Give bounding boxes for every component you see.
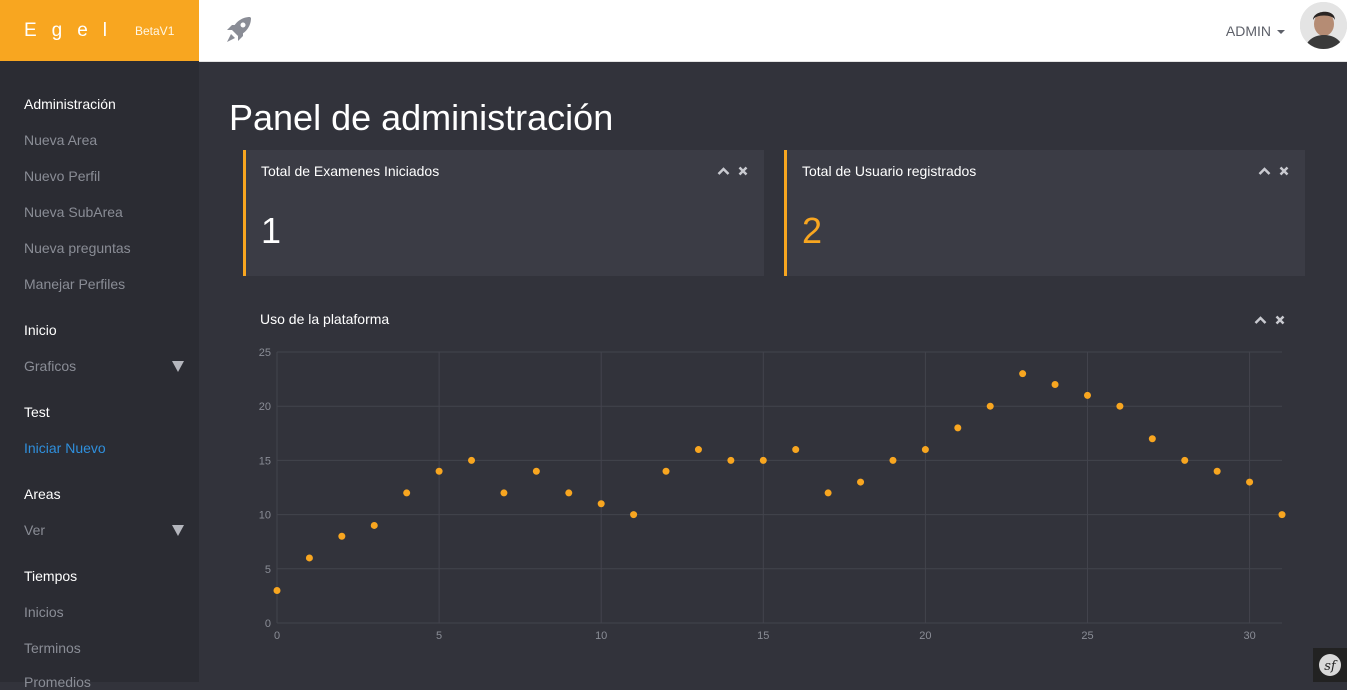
expand-triangle-icon[interactable] bbox=[172, 525, 184, 536]
sidebar-heading-inicio: Inicio bbox=[24, 322, 57, 338]
close-icon[interactable] bbox=[738, 163, 748, 181]
stat-card-usuarios: Total de Usuario registrados 2 bbox=[784, 150, 1305, 276]
data-point bbox=[792, 446, 800, 454]
data-point bbox=[694, 446, 702, 454]
data-point bbox=[759, 456, 767, 464]
sidebar: Administración Nueva Area Nuevo Perfil N… bbox=[0, 61, 199, 690]
sidebar-item-iniciar-nuevo[interactable]: Iniciar Nuevo bbox=[24, 440, 106, 456]
data-point bbox=[630, 511, 638, 519]
symfony-toolbar-icon[interactable]: sf bbox=[1313, 648, 1347, 682]
data-point bbox=[273, 586, 281, 594]
data-point bbox=[305, 554, 313, 562]
brand-name: Egel bbox=[24, 20, 123, 41]
sidebar-heading-areas: Areas bbox=[24, 486, 61, 502]
sidebar-item-manejar-perfiles[interactable]: Manejar Perfiles bbox=[24, 276, 125, 292]
expand-triangle-icon[interactable] bbox=[172, 361, 184, 372]
card-controls bbox=[717, 163, 748, 181]
y-tick-label: 25 bbox=[259, 347, 271, 359]
y-tick-label: 15 bbox=[259, 455, 271, 467]
collapse-icon[interactable] bbox=[717, 163, 730, 181]
data-point bbox=[857, 478, 865, 486]
sidebar-item-nueva-preguntas[interactable]: Nueva preguntas bbox=[24, 240, 131, 256]
y-tick-label: 10 bbox=[259, 510, 271, 522]
x-tick-label: 15 bbox=[757, 630, 769, 642]
data-point bbox=[1246, 478, 1254, 486]
data-point bbox=[370, 521, 378, 529]
data-point bbox=[1213, 467, 1221, 475]
sidebar-item-nueva-subarea[interactable]: Nueva SubArea bbox=[24, 204, 123, 220]
data-point bbox=[1181, 456, 1189, 464]
card-title: Total de Examenes Iniciados bbox=[261, 163, 440, 179]
card-title: Total de Usuario registrados bbox=[802, 163, 977, 179]
x-tick-label: 5 bbox=[436, 630, 442, 642]
data-point bbox=[1051, 381, 1059, 389]
data-point bbox=[403, 489, 411, 497]
data-point bbox=[532, 467, 540, 475]
sidebar-item-ver[interactable]: Ver bbox=[24, 522, 45, 538]
sidebar-heading-test: Test bbox=[24, 404, 50, 420]
y-tick-label: 0 bbox=[265, 618, 271, 630]
user-menu[interactable]: ADMIN bbox=[1226, 23, 1285, 39]
sidebar-item-terminos[interactable]: Terminos bbox=[24, 640, 81, 656]
chart-panel: Uso de la plataforma 0 5 10 15 20 25 0 5 10 15 20 2… bbox=[244, 301, 1304, 681]
data-point bbox=[1148, 435, 1156, 443]
sidebar-item-graficos[interactable]: Graficos bbox=[24, 358, 76, 374]
brand-header[interactable]: Egel BetaV1 bbox=[0, 0, 199, 61]
x-tick-label: 25 bbox=[1081, 630, 1093, 642]
x-tick-label: 30 bbox=[1243, 630, 1255, 642]
card-controls bbox=[1258, 163, 1289, 181]
data-point bbox=[468, 456, 476, 464]
data-point bbox=[921, 446, 929, 454]
data-point bbox=[1278, 511, 1286, 519]
sidebar-heading-tiempos: Tiempos bbox=[24, 568, 78, 584]
data-point bbox=[1019, 370, 1027, 378]
data-point bbox=[500, 489, 508, 497]
x-tick-label: 0 bbox=[274, 630, 280, 642]
data-point bbox=[1083, 391, 1091, 399]
sidebar-item-nueva-area[interactable]: Nueva Area bbox=[24, 132, 97, 148]
data-point bbox=[597, 500, 605, 508]
page-title: Panel de administración bbox=[229, 97, 614, 138]
data-point bbox=[824, 489, 832, 497]
main-content: Panel de administración Total de Examene… bbox=[199, 61, 1347, 682]
collapse-icon[interactable] bbox=[1258, 163, 1271, 181]
sidebar-heading-administracion: Administración bbox=[24, 96, 116, 112]
data-point bbox=[954, 424, 962, 432]
data-point bbox=[565, 489, 573, 497]
stat-card-examenes: Total de Examenes Iniciados 1 bbox=[243, 150, 764, 276]
rocket-icon[interactable] bbox=[223, 14, 253, 46]
card-value: 1 bbox=[261, 210, 282, 251]
data-point bbox=[338, 532, 346, 540]
avatar[interactable] bbox=[1300, 2, 1347, 49]
top-bar: ADMIN bbox=[199, 0, 1347, 62]
sidebar-item-nuevo-perfil[interactable]: Nuevo Perfil bbox=[24, 168, 100, 184]
data-point bbox=[986, 402, 994, 410]
chevron-down-icon bbox=[1277, 30, 1285, 34]
data-point bbox=[727, 456, 735, 464]
y-tick-label: 5 bbox=[265, 564, 271, 576]
x-tick-label: 10 bbox=[595, 630, 607, 642]
y-tick-label: 20 bbox=[259, 401, 271, 413]
sidebar-item-inicios[interactable]: Inicios bbox=[24, 604, 64, 620]
data-point bbox=[889, 456, 897, 464]
data-point bbox=[435, 467, 443, 475]
close-icon[interactable] bbox=[1279, 163, 1289, 181]
card-value: 2 bbox=[802, 210, 823, 251]
scatter-chart: 0 5 10 15 20 25 0 5 10 15 20 25 30 bbox=[259, 347, 1286, 642]
data-point bbox=[1116, 402, 1124, 410]
brand-version: BetaV1 bbox=[135, 24, 175, 38]
sidebar-item-promedios[interactable]: Promedios bbox=[24, 674, 91, 690]
x-tick-label: 20 bbox=[919, 630, 931, 642]
data-point bbox=[662, 467, 670, 475]
user-label: ADMIN bbox=[1225, 23, 1271, 39]
